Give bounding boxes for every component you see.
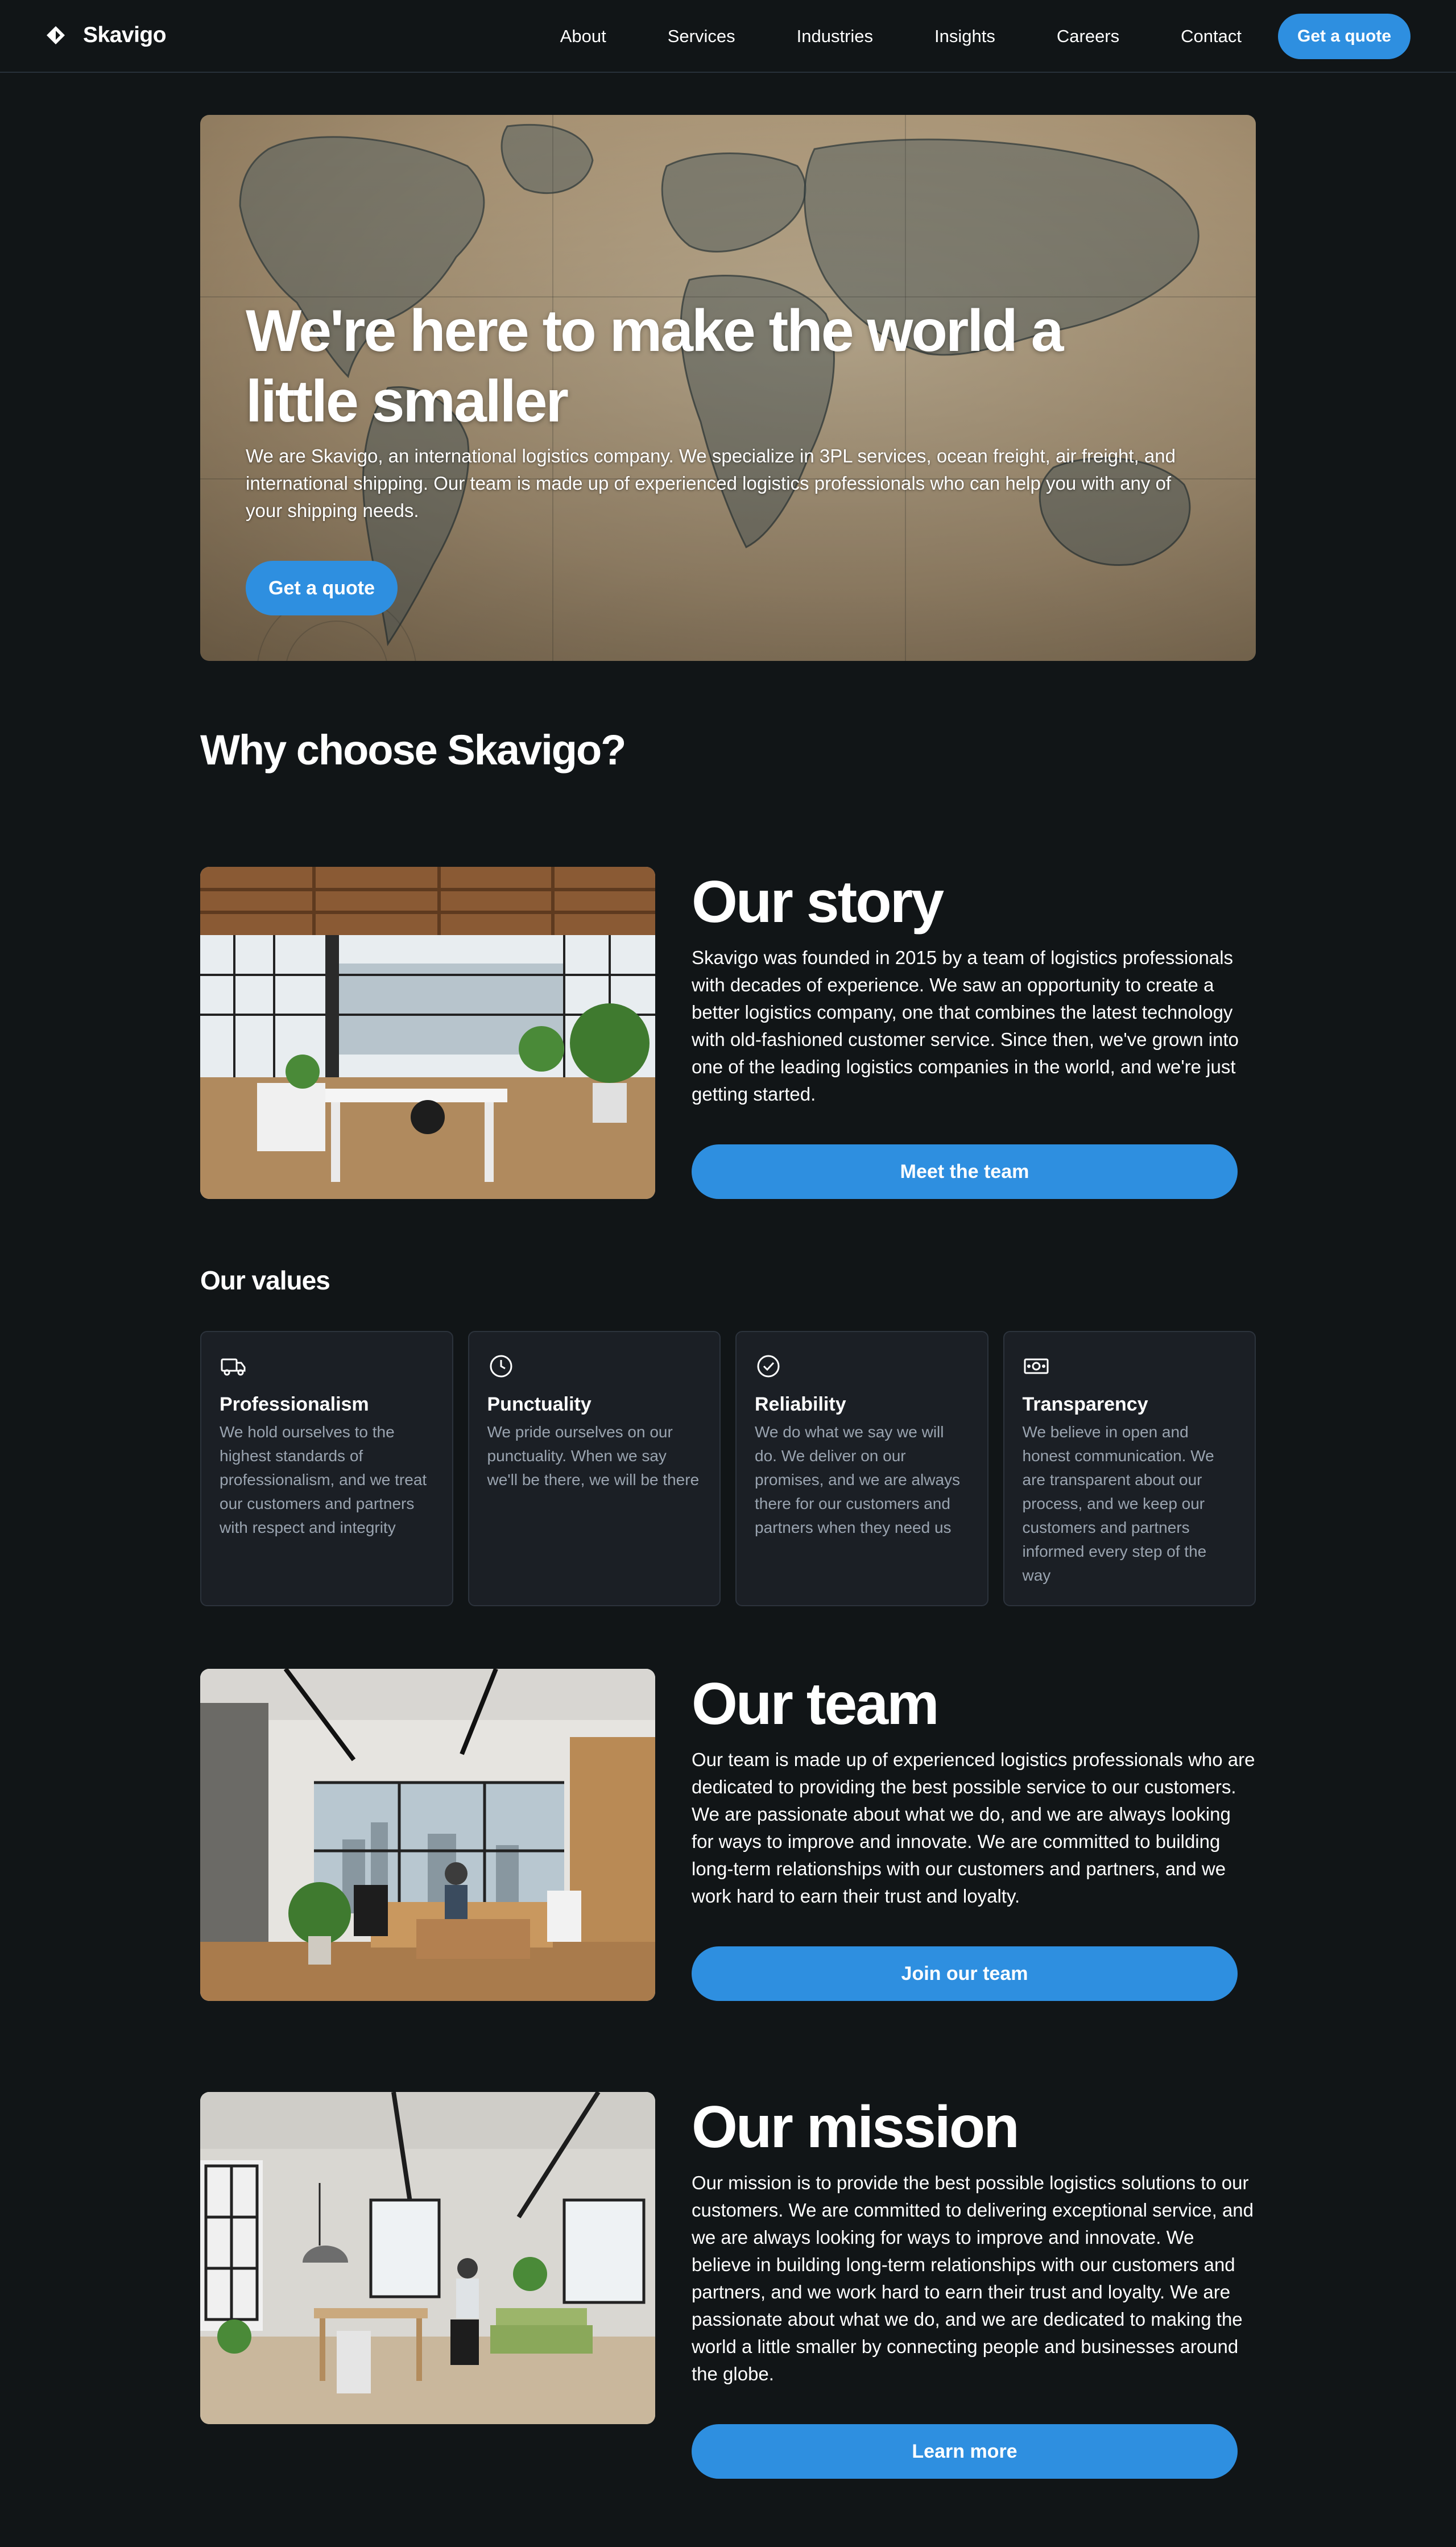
- value-title: Transparency: [1022, 1394, 1148, 1415]
- our-story-heading: Our story: [692, 869, 944, 935]
- nav-about-link[interactable]: About: [560, 14, 606, 59]
- truck-icon: [221, 1358, 246, 1376]
- join-our-team-button[interactable]: Join our team: [692, 1946, 1238, 2001]
- value-title: Reliability: [755, 1394, 846, 1415]
- value-title: Professionalism: [220, 1394, 369, 1415]
- get-a-quote-hero-button[interactable]: Get a quote: [246, 561, 398, 615]
- nav-industries-link[interactable]: Industries: [797, 14, 873, 59]
- meet-the-team-button[interactable]: Meet the team: [692, 1144, 1238, 1199]
- value-title: Punctuality: [487, 1394, 592, 1415]
- hero-title: We're here to make the world a little sm…: [246, 298, 1064, 435]
- brand[interactable]: Skavigo: [46, 23, 167, 48]
- check-circle-icon: [757, 1355, 780, 1378]
- our-mission-heading: Our mission: [692, 2094, 1020, 2160]
- our-team-heading: Our team: [692, 1671, 940, 1737]
- value-description: We pride ourselves on our punctuality. W…: [487, 1423, 700, 1488]
- value-card-transparency: Transparency We believe in open and hone…: [1003, 1331, 1256, 1606]
- money-icon: [1024, 1358, 1048, 1374]
- nav-contact-link[interactable]: Contact: [1181, 14, 1242, 59]
- nav-careers-link[interactable]: Careers: [1057, 14, 1119, 59]
- value-description: We believe in open and honest communicat…: [1022, 1423, 1214, 1584]
- hero-description: We are Skavigo, an international logisti…: [246, 445, 1176, 521]
- get-a-quote-nav-button[interactable]: Get a quote: [1277, 14, 1410, 59]
- our-values-heading: Our values: [200, 1266, 330, 1295]
- office-photo-team: [200, 1669, 655, 2001]
- value-card-professionalism: Professionalism We hold ourselves to the…: [200, 1331, 453, 1606]
- value-card-punctuality: Punctuality We pride ourselves on our pu…: [468, 1331, 721, 1606]
- clock-icon: [490, 1355, 512, 1378]
- learn-more-button[interactable]: Learn more: [692, 2424, 1238, 2479]
- office-photo-story: [200, 867, 655, 1199]
- nav-insights-link[interactable]: Insights: [934, 14, 995, 59]
- our-mission-text: Our mission is to provide the best possi…: [692, 2172, 1254, 2384]
- hero-banner: We're here to make the world a little sm…: [200, 115, 1256, 661]
- nav-services-link[interactable]: Services: [668, 14, 735, 59]
- our-story-text: Skavigo was founded in 2015 by a team of…: [692, 947, 1239, 1105]
- our-team-text: Our team is made up of experienced logis…: [692, 1749, 1255, 1907]
- main-nav: About Services Industries Insights Caree…: [560, 14, 1410, 59]
- why-choose-heading: Why choose Skavigo?: [200, 726, 626, 774]
- value-card-reliability: Reliability We do what we say we will do…: [735, 1331, 988, 1606]
- logo-icon: [47, 26, 65, 44]
- top-navigation-bar: Skavigo About Services Industries Insigh…: [0, 0, 1456, 73]
- office-photo-mission: [200, 2092, 655, 2424]
- brand-name: Skavigo: [83, 23, 167, 47]
- values-grid: Professionalism We hold ourselves to the…: [200, 1331, 1256, 1606]
- value-description: We hold ourselves to the highest standar…: [220, 1423, 427, 1536]
- value-description: We do what we say we will do. We deliver…: [755, 1423, 961, 1536]
